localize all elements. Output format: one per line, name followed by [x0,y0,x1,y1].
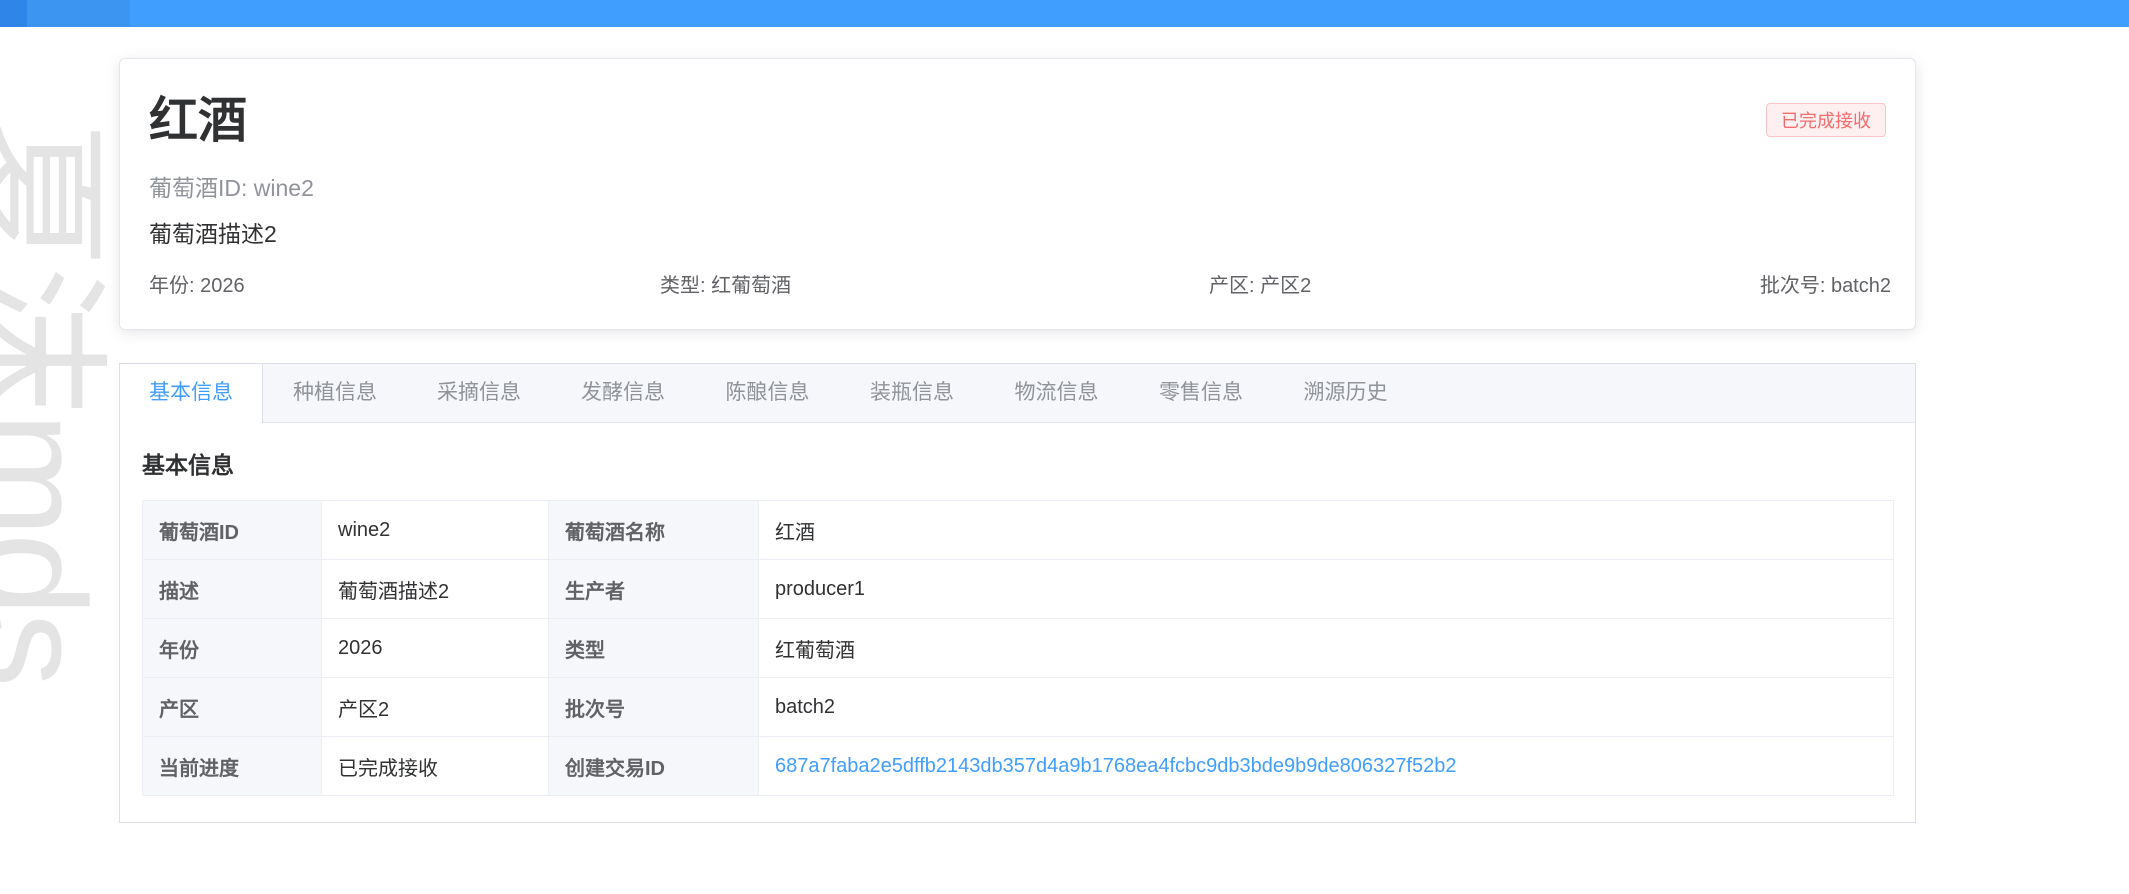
status-badge: 已完成接收 [1766,103,1886,137]
tab-aging-info[interactable]: 陈酿信息 [695,364,840,422]
tab-planting-info[interactable]: 种植信息 [263,364,407,422]
wine-description: 葡萄酒描述2 [149,221,277,247]
table-label: 批次号 [548,677,759,737]
table-value: batch2 [758,677,1894,737]
header-logo-mark [0,0,27,27]
table-label: 产区 [142,677,322,737]
table-label: 葡萄酒ID [142,500,322,560]
tab-picking-info[interactable]: 采摘信息 [407,364,551,422]
table-label: 生产者 [548,559,759,619]
tab-trace-history[interactable]: 溯源历史 [1273,364,1418,422]
table-value: 红酒 [758,500,1894,560]
tabs-bar: 基本信息 种植信息 采摘信息 发酵信息 陈酿信息 装瓶信息 物流信息 零售信息 … [120,364,1915,423]
table-value: producer1 [758,559,1894,619]
table-row: 产区 产区2 批次号 batch2 [142,677,1894,737]
table-value: 葡萄酒描述2 [321,559,549,619]
meta-batch: 批次号: batch2 [1759,275,1891,297]
table-label: 类型 [548,618,759,678]
table-label: 当前进度 [142,736,322,796]
wine-id-line: 葡萄酒ID: wine2 [149,175,314,201]
wine-summary-card: 红酒 已完成接收 葡萄酒ID: wine2 葡萄酒描述2 年份: 2026 类型… [119,58,1916,330]
basic-info-table: 葡萄酒ID wine2 葡萄酒名称 红酒 描述 葡萄酒描述2 生产者 produ… [142,500,1894,796]
table-label: 描述 [142,559,322,619]
table-label: 创建交易ID [548,736,759,796]
table-row: 年份 2026 类型 红葡萄酒 [142,618,1894,678]
tab-fermentation-info[interactable]: 发酵信息 [551,364,695,422]
top-header-bar [0,0,2129,27]
tab-logistics-info[interactable]: 物流信息 [984,364,1129,422]
tab-basic-info[interactable]: 基本信息 [120,364,263,423]
wine-detail-tabs-card: 基本信息 种植信息 采摘信息 发酵信息 陈酿信息 装瓶信息 物流信息 零售信息 … [119,363,1916,823]
table-value: 2026 [321,618,549,678]
tab-retail-info[interactable]: 零售信息 [1129,364,1273,422]
table-label: 葡萄酒名称 [548,500,759,560]
transaction-id-link[interactable]: 687a7faba2e5dffb2143db357d4a9b1768ea4fcb… [758,736,1894,796]
table-value: 产区2 [321,677,549,737]
table-value: 红葡萄酒 [758,618,1894,678]
table-row: 描述 葡萄酒描述2 生产者 producer1 [142,559,1894,619]
table-value: wine2 [321,500,549,560]
table-row: 当前进度 已完成接收 创建交易ID 687a7faba2e5dffb2143db… [142,736,1894,796]
header-active-nav-tab[interactable] [27,0,130,27]
meta-year: 年份: 2026 [149,275,245,297]
meta-type: 类型: 红葡萄酒 [660,275,792,297]
section-title: 基本信息 [142,452,234,478]
table-label: 年份 [142,618,322,678]
wine-name-title: 红酒 [149,94,248,148]
table-value: 已完成接收 [321,736,549,796]
tab-bottling-info[interactable]: 装瓶信息 [840,364,984,422]
table-row: 葡萄酒ID wine2 葡萄酒名称 红酒 [142,500,1894,560]
meta-region: 产区: 产区2 [1209,275,1312,297]
wine-meta-row: 年份: 2026 类型: 红葡萄酒 产区: 产区2 批次号: batch2 [149,269,1891,299]
